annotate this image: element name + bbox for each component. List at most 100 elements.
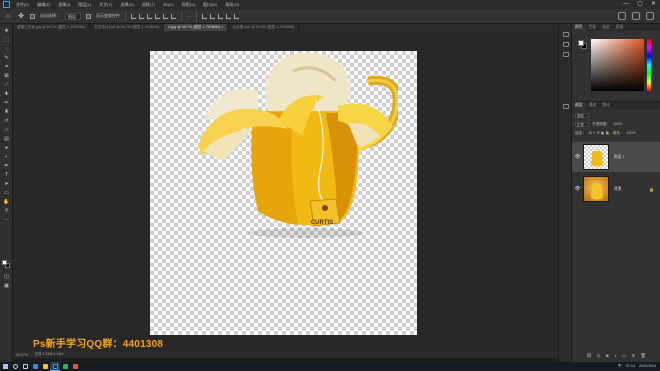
menu-filter[interactable]: 滤镜(T)	[138, 2, 159, 8]
hue-slider[interactable]	[647, 39, 651, 91]
link-icon[interactable]: ⛓	[586, 353, 592, 359]
task-view-icon[interactable]	[20, 362, 30, 371]
windows-start-icon[interactable]	[0, 362, 10, 371]
tab-paths[interactable]: 路径	[599, 102, 613, 109]
menu-3d[interactable]: 3D(D)	[159, 2, 178, 7]
layer-name[interactable]: 背景	[614, 187, 622, 192]
photoshop-icon[interactable]	[0, 0, 12, 9]
move-icon[interactable]: ✥	[3, 28, 10, 34]
3d-roll-icon[interactable]	[210, 13, 215, 19]
lock-icon[interactable]: ⊞ ✎ ✥ ▣ 🔒	[589, 131, 610, 135]
3d-scale-icon[interactable]	[234, 13, 239, 19]
browser-icon[interactable]	[30, 362, 40, 371]
input-language[interactable]: 中	[618, 363, 622, 370]
foreground-color-chip[interactable]	[578, 40, 584, 46]
zoom-icon[interactable]: ⚲	[3, 208, 10, 214]
more-options-button[interactable]: ···	[187, 14, 191, 19]
new-layer-icon[interactable]: ⊕	[631, 353, 635, 359]
type-icon[interactable]: T	[3, 172, 10, 178]
menu-view[interactable]: 视图(V)	[178, 2, 199, 8]
tab-gradients[interactable]: 渐变	[599, 24, 613, 31]
menu-window[interactable]: 窗口(W)	[199, 2, 221, 8]
align-middle-icon[interactable]	[163, 13, 168, 19]
tab-color[interactable]: 颜色	[572, 24, 586, 31]
marquee-icon[interactable]: ⬚	[3, 37, 10, 43]
share-icon[interactable]	[646, 12, 654, 20]
home-icon[interactable]: ⌂	[4, 12, 12, 20]
more-tools-icon[interactable]: ⋯	[3, 217, 10, 223]
tab-document-2[interactable]: 文字设计.psd @ 66.7% (图层 1, RGB/8#)	[90, 24, 165, 31]
align-center-icon[interactable]	[139, 13, 144, 19]
menu-layer[interactable]: 图层(L)	[74, 2, 95, 8]
minimize-button[interactable]: —	[623, 1, 629, 8]
group-icon[interactable]: ▭	[622, 353, 626, 359]
tab-document-active[interactable]: 6.jpg @ 66.7% (图层 1, RGB/8#) ×	[164, 24, 229, 31]
fill-value[interactable]: 100%	[626, 131, 635, 135]
document-workspace[interactable]: CURTIS Ps新手学习QQ群：4401308	[13, 31, 558, 351]
workspace-icon[interactable]	[632, 12, 640, 20]
photoshop-taskbar-icon[interactable]	[50, 362, 60, 371]
eye-icon[interactable]: 👁	[572, 154, 583, 160]
tab-document-1[interactable]: 香蕉工作室.jpg @ 54.2% (图层 1, RGB/8#)	[13, 24, 90, 31]
layer-name[interactable]: 图层 1	[614, 155, 625, 160]
banana-teabag-artwork[interactable]	[198, 51, 398, 241]
frame-icon[interactable]: ⊠	[3, 73, 10, 79]
adjustments-panel-icon[interactable]	[563, 52, 569, 57]
eye-icon[interactable]: 👁	[572, 186, 583, 192]
3d-slide-icon[interactable]	[226, 13, 231, 19]
search-icon[interactable]	[10, 362, 20, 371]
zoom-level[interactable]: 66.67%	[16, 353, 28, 357]
brush-panel-icon[interactable]	[563, 104, 569, 109]
history-brush-icon[interactable]: ↺	[3, 118, 10, 124]
tab-layers[interactable]: 图层	[572, 102, 586, 109]
clock-time[interactable]: 21:14	[626, 363, 636, 370]
rectangle-icon[interactable]: ▭	[3, 190, 10, 196]
tab-swatches[interactable]: 色板	[586, 24, 600, 31]
menu-edit[interactable]: 编辑(E)	[33, 2, 54, 8]
healing-icon[interactable]: ✚	[3, 91, 10, 97]
path-select-icon[interactable]: ➤	[3, 181, 10, 187]
align-right-icon[interactable]	[147, 13, 152, 19]
mask-icon[interactable]: ◙	[606, 353, 609, 359]
align-top-icon[interactable]	[155, 13, 160, 19]
pen-icon[interactable]: ✒	[3, 163, 10, 169]
blur-icon[interactable]: ●	[3, 145, 10, 151]
quick-mask-icon[interactable]: ◫	[3, 274, 10, 280]
app-icon[interactable]	[60, 362, 70, 371]
show-transform-checkbox[interactable]	[86, 13, 91, 19]
fx-icon[interactable]: fx	[597, 353, 600, 359]
quick-select-icon[interactable]: ✎	[3, 55, 10, 61]
tab-channels[interactable]: 通道	[586, 102, 600, 109]
tab-patterns[interactable]: 图案	[613, 24, 627, 31]
align-left-icon[interactable]	[131, 13, 136, 19]
menu-image[interactable]: 图像(I)	[54, 2, 74, 8]
3d-orbit-icon[interactable]	[202, 13, 207, 19]
auto-select-dropdown[interactable]: 图层	[65, 12, 81, 20]
folder-icon[interactable]	[40, 362, 50, 371]
eyedropper-icon[interactable]: ⟋	[3, 82, 10, 88]
layer-row-background[interactable]: 👁 背景 🔒	[572, 174, 660, 204]
layer-kind-filter[interactable]: 类型	[575, 112, 589, 118]
gradient-icon[interactable]: ▤	[3, 136, 10, 142]
dodge-icon[interactable]: ◐	[3, 154, 10, 160]
adjustment-icon[interactable]: ◑	[614, 353, 617, 359]
trash-icon[interactable]: 🗑	[640, 353, 646, 359]
opacity-value[interactable]: 100%	[613, 122, 622, 126]
brush-icon[interactable]: ✏	[3, 100, 10, 106]
menu-help[interactable]: 帮助(H)	[221, 2, 243, 8]
app-icon[interactable]	[70, 362, 80, 371]
blend-mode-select[interactable]: 正常	[575, 121, 589, 127]
align-bottom-icon[interactable]	[171, 13, 176, 19]
menu-select[interactable]: 选择(S)	[116, 2, 137, 8]
eraser-icon[interactable]: ▱	[3, 127, 10, 133]
history-panel-icon[interactable]	[563, 32, 569, 37]
auto-select-checkbox[interactable]	[30, 13, 35, 19]
foreground-color-swatch[interactable]	[2, 260, 7, 265]
layer-row-layer1[interactable]: 👁 图层 1	[572, 142, 660, 172]
crop-icon[interactable]: ⌗	[3, 64, 10, 70]
color-picker-field[interactable]	[591, 39, 644, 91]
3d-pan-icon[interactable]	[218, 13, 223, 19]
clock-date[interactable]: 2021/3/14	[639, 363, 656, 370]
lasso-icon[interactable]: ◌	[3, 46, 10, 52]
move-tool-icon[interactable]: ✥	[17, 12, 25, 20]
